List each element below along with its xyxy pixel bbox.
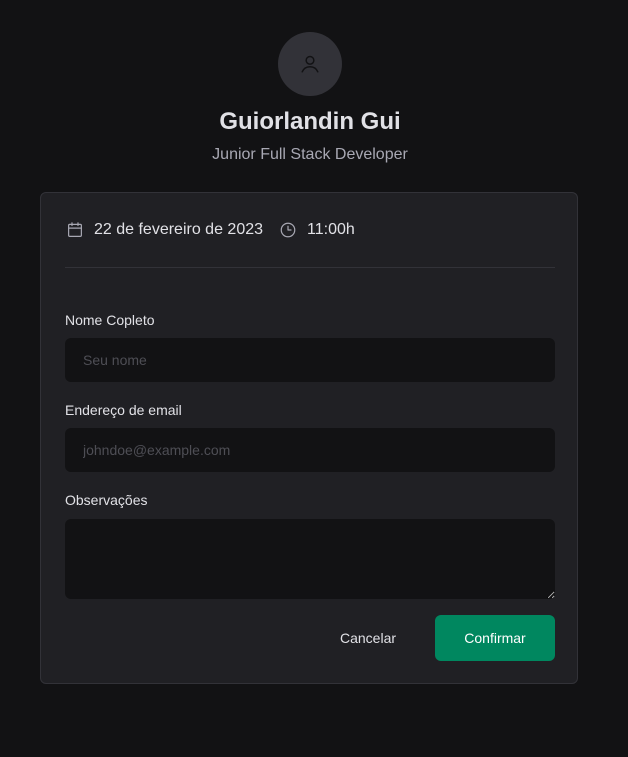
avatar bbox=[278, 32, 342, 96]
booking-page: Guiorlandin Gui Junior Full Stack Develo… bbox=[0, 0, 628, 757]
notes-field-label: Observações bbox=[65, 492, 148, 508]
booking-form-card: 22 de fevereiro de 2023 11:00h Nome Copl… bbox=[40, 192, 578, 684]
calendar-icon bbox=[66, 221, 84, 239]
schedule-date: 22 de fevereiro de 2023 bbox=[94, 221, 264, 238]
user-icon bbox=[299, 53, 321, 75]
profile-name: Guiorlandin Gui bbox=[219, 108, 401, 135]
confirm-button[interactable]: Confirmar bbox=[435, 615, 555, 661]
schedule-time: 11:00h bbox=[307, 221, 355, 238]
cancel-button[interactable]: Cancelar bbox=[323, 615, 413, 661]
name-field-label: Nome Copleto bbox=[65, 312, 155, 328]
notes-textarea[interactable] bbox=[65, 519, 555, 599]
schedule-info: 22 de fevereiro de 2023 11:00h bbox=[66, 219, 355, 241]
email-field-label: Endereço de email bbox=[65, 402, 182, 418]
email-input[interactable] bbox=[65, 428, 555, 472]
profile-role: Junior Full Stack Developer bbox=[212, 146, 408, 163]
clock-icon bbox=[279, 221, 297, 239]
name-input[interactable] bbox=[65, 338, 555, 382]
divider bbox=[65, 267, 555, 268]
